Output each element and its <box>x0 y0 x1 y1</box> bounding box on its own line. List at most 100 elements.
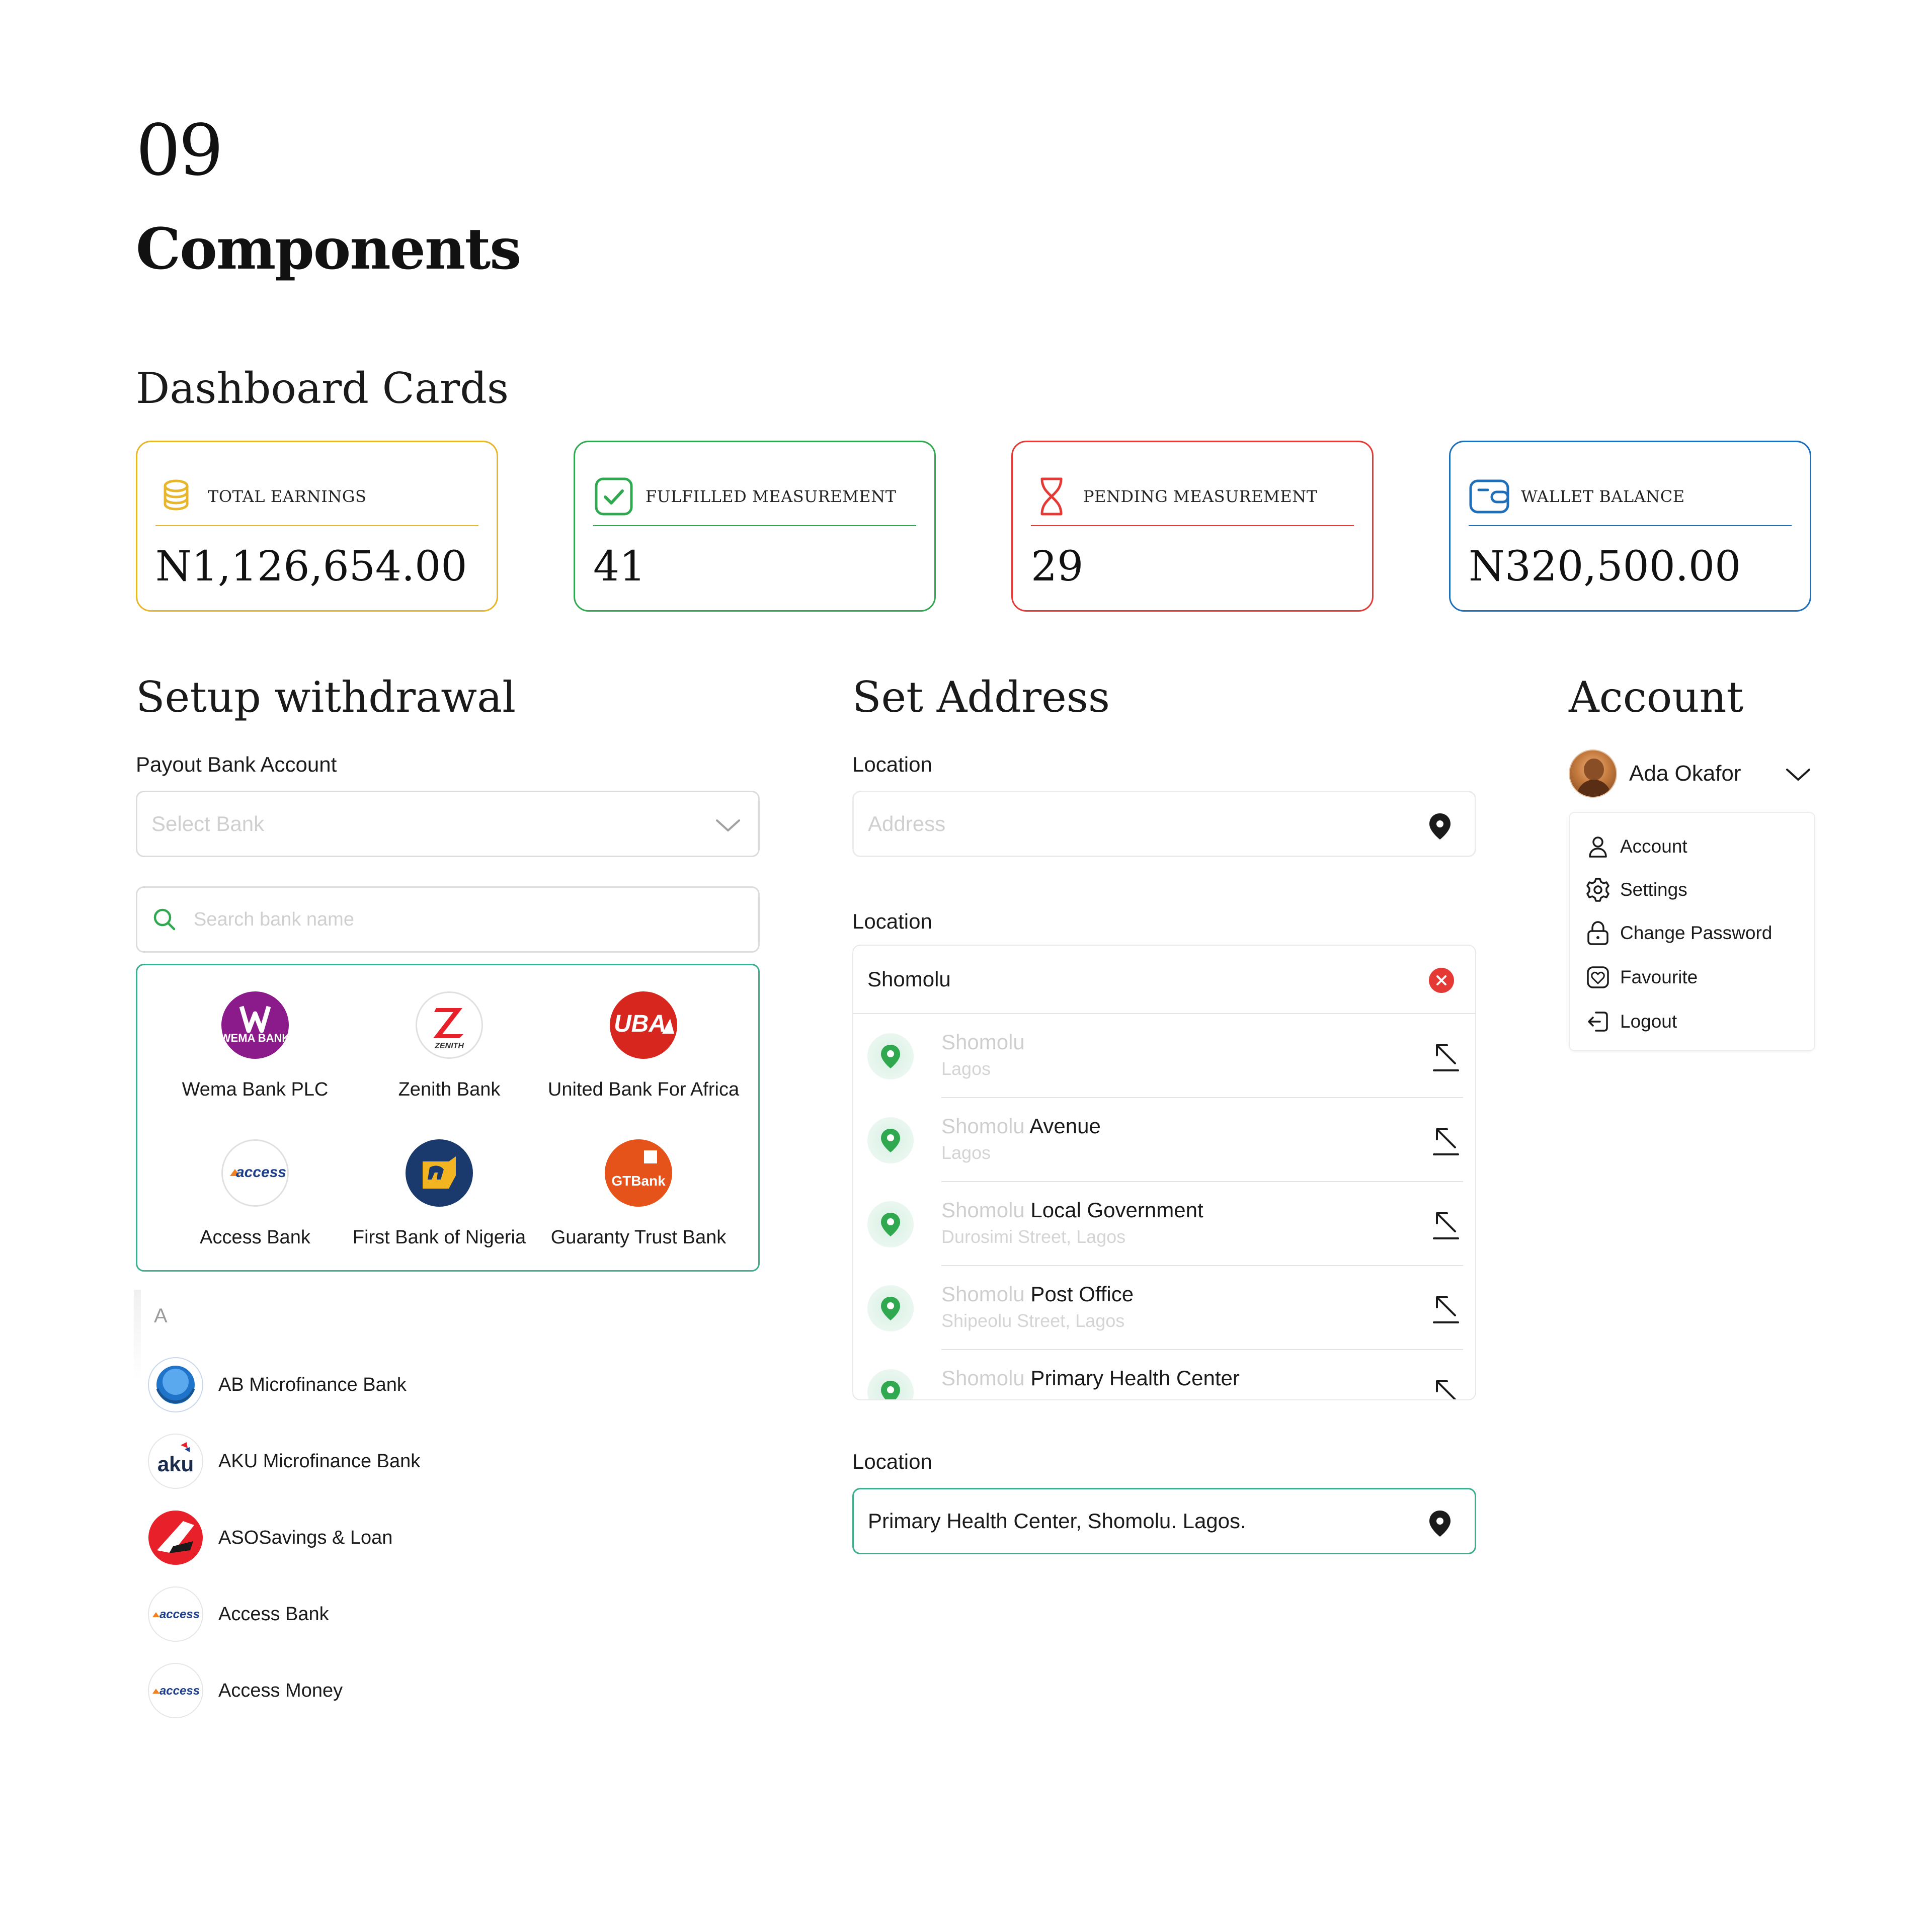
svg-text:WEMA BANK: WEMA BANK <box>221 1032 289 1044</box>
withdrawal-title: Setup withdrawal <box>136 673 516 722</box>
address-suggestion-panel: Shomolu Shomolu Lagos Shomolu Avenue Lag… <box>852 945 1476 1400</box>
selected-address-input[interactable]: Primary Health Center, Shomolu. Lagos. <box>852 1488 1476 1554</box>
bank-name: Access Money <box>218 1680 343 1701</box>
card-label: TOTAL EARNINGS <box>208 486 367 506</box>
account-menu: Account Settings Change Password Favouri… <box>1569 812 1815 1051</box>
menu-item-settings[interactable]: Settings <box>1585 872 1687 907</box>
bank-grid: WEMA BANK Wema Bank PLC ZENITH Zenith Ba… <box>136 964 760 1272</box>
bank-name: Access Bank <box>218 1603 329 1625</box>
access-bank-logo: access <box>148 1586 203 1642</box>
svg-text:access: access <box>236 1164 286 1181</box>
account-title: Account <box>1569 673 1744 722</box>
location-marker-icon <box>867 1033 914 1079</box>
suggestion-match: Shomolu <box>941 1366 1025 1390</box>
arrow-up-left-icon <box>1436 1380 1456 1399</box>
address-input[interactable]: Address <box>852 791 1476 857</box>
address-suggestion[interactable]: Shomolu Avenue Lagos <box>853 1098 1475 1182</box>
address-suggestion[interactable]: Shomolu Primary Health Center <box>853 1350 1475 1399</box>
wallet-icon <box>1469 479 1509 513</box>
address-suggestion[interactable]: Shomolu Lagos <box>853 1014 1475 1098</box>
menu-item-label: Settings <box>1620 879 1687 900</box>
menu-item-label: Logout <box>1620 1011 1677 1032</box>
list-item[interactable]: AB Microfinance Bank <box>148 1357 407 1412</box>
suggestion-rest: Avenue <box>1024 1114 1101 1138</box>
location-label-1: Location <box>852 752 932 776</box>
bank-grid-item-zenith[interactable]: ZENITH Zenith Bank <box>349 991 550 1101</box>
card-value: 29 <box>1031 543 1084 591</box>
suggestion-rest: Post Office <box>1024 1282 1134 1306</box>
uba-logo: UBA <box>610 991 677 1059</box>
page-title: Components <box>136 216 521 282</box>
clear-icon[interactable] <box>1428 967 1455 994</box>
card-wallet-balance[interactable]: WALLET BALANCE N320,500.00 <box>1449 441 1811 612</box>
menu-item-logout[interactable]: Logout <box>1585 1004 1677 1039</box>
index-scroll-bar[interactable] <box>134 1290 141 1380</box>
bank-name: Access Bank <box>200 1227 310 1248</box>
search-bank-input[interactable]: Search bank name <box>136 886 760 953</box>
user-icon <box>1589 836 1607 858</box>
location-label-3: Location <box>852 1450 932 1473</box>
access-bank-logo: access <box>221 1139 289 1207</box>
list-item[interactable]: ASOSavings & Loan <box>148 1510 392 1565</box>
avatar <box>1569 749 1617 798</box>
svg-text:GTBank: GTBank <box>611 1173 666 1189</box>
select-bank-dropdown[interactable]: Select Bank <box>136 791 760 857</box>
svg-text:ZENITH: ZENITH <box>434 1042 464 1050</box>
aku-microfinance-logo: aku <box>148 1434 203 1489</box>
bank-name: Guaranty Trust Bank <box>550 1227 727 1248</box>
location-label-2: Location <box>852 909 932 933</box>
card-value: N320,500.00 <box>1469 543 1741 591</box>
bank-name: Zenith Bank <box>398 1079 501 1100</box>
suggestion-sub: Lagos <box>941 1058 991 1079</box>
card-pending-measurement[interactable]: PENDING MEASUREMENT 29 <box>1011 441 1374 612</box>
bank-name: ASOSavings & Loan <box>218 1527 393 1548</box>
suggestion-match: Shomolu <box>941 1030 1025 1054</box>
checkbox-icon <box>595 477 633 515</box>
payout-label: Payout Bank Account <box>136 752 337 776</box>
access-money-logo: access <box>148 1663 203 1718</box>
menu-item-label: Account <box>1620 836 1687 857</box>
zenith-bank-logo: ZENITH <box>416 991 483 1059</box>
list-item[interactable]: access Access Money <box>148 1663 343 1718</box>
logout-icon <box>1588 1012 1608 1032</box>
svg-text:aku: aku <box>157 1452 194 1476</box>
bank-grid-item-wema[interactable]: WEMA BANK Wema Bank PLC <box>154 991 356 1101</box>
search-icon <box>153 908 176 931</box>
chevron-down-icon[interactable] <box>1784 765 1812 785</box>
address-search-input[interactable]: Shomolu <box>853 946 1475 1014</box>
bank-name: United Bank For Africa <box>547 1079 740 1100</box>
bank-grid-item-uba[interactable]: UBA United Bank For Africa <box>543 991 744 1101</box>
card-label: FULFILLED MEASUREMENT <box>646 486 897 506</box>
ab-microfinance-logo <box>148 1357 203 1412</box>
location-marker-icon <box>867 1285 914 1331</box>
lock-icon <box>1587 921 1608 945</box>
svg-text:access: access <box>159 1684 200 1698</box>
menu-item-label: Change Password <box>1620 923 1773 943</box>
menu-item-favourite[interactable]: Favourite <box>1585 960 1698 995</box>
card-label: PENDING MEASUREMENT <box>1083 486 1318 506</box>
bank-grid-item-gtbank[interactable]: GTBank Guaranty Trust Bank <box>538 1139 739 1248</box>
address-suggestion[interactable]: Shomolu Local Government Durosimi Street… <box>853 1182 1475 1266</box>
suggestion-rest: Primary Health Center <box>1024 1366 1240 1390</box>
coins-icon <box>164 479 189 511</box>
bank-grid-item-first-bank[interactable]: First Bank of Nigeria <box>339 1139 540 1248</box>
list-item[interactable]: access Access Bank <box>148 1586 329 1642</box>
card-fulfilled-measurement[interactable]: FULFILLED MEASUREMENT 41 <box>574 441 936 612</box>
first-bank-logo <box>406 1139 473 1207</box>
location-pin-icon[interactable] <box>1426 811 1454 842</box>
menu-item-account[interactable]: Account <box>1585 829 1687 864</box>
account-dropdown[interactable]: Ada Okafor <box>1569 748 1815 799</box>
card-label: WALLET BALANCE <box>1521 486 1685 506</box>
address-title: Set Address <box>852 673 1110 722</box>
menu-item-change-password[interactable]: Change Password <box>1585 915 1772 951</box>
suggestion-sub: Shipeolu Street, Lagos <box>941 1310 1125 1331</box>
card-total-earnings[interactable]: TOTAL EARNINGS N1,126,654.00 <box>136 441 498 612</box>
address-suggestion[interactable]: Shomolu Post Office Shipeolu Street, Lag… <box>853 1266 1475 1350</box>
gear-icon <box>1586 878 1609 902</box>
bank-grid-item-access[interactable]: access Access Bank <box>154 1139 356 1248</box>
list-item[interactable]: aku AKU Microfinance Bank <box>148 1434 420 1489</box>
location-pin-icon[interactable] <box>1426 1509 1454 1539</box>
suggestion-match: Shomolu <box>941 1198 1025 1222</box>
index-letter: A <box>154 1305 168 1327</box>
aso-savings-logo <box>148 1510 203 1565</box>
